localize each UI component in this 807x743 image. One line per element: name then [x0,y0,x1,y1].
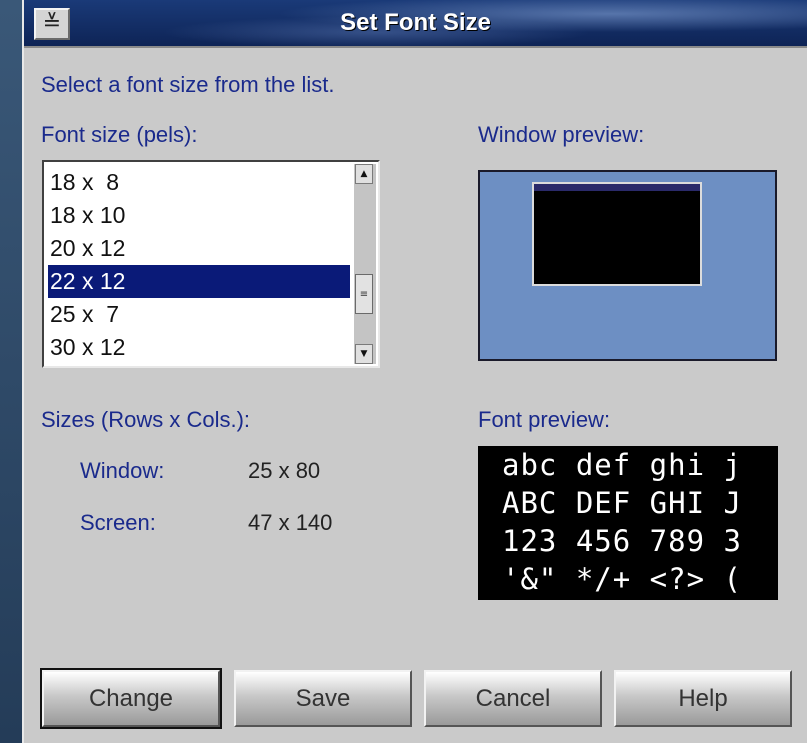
help-button[interactable]: Help [614,670,792,727]
change-button[interactable]: Change [40,668,222,729]
font-size-list-item[interactable]: 20 x 12 [48,232,350,265]
font-size-list-item[interactable]: 22 x 12 [48,265,350,298]
save-button[interactable]: Save [234,670,412,727]
font-size-list: 18 x 8 18 x 10 20 x 12 22 x 12 25 x 7 30 x 12 [48,166,350,364]
font-preview-line: abc def ghi j [502,448,742,482]
window-preview-label: Window preview: [478,122,645,147]
cancel-button[interactable]: Cancel [424,670,602,727]
font-size-list-item[interactable]: 18 x 8 [48,166,350,199]
sizes-label: Sizes (Rows x Cols.): [41,407,251,432]
window-preview-mini-titlebar [534,184,700,191]
font-size-list-item[interactable]: 30 x 12 [48,331,350,364]
screen-size-value: 47 x 140 [248,510,333,535]
font-size-list-item[interactable]: 18 x 10 [48,199,350,232]
font-size-label: Font size (pels): [41,122,198,147]
set-font-size-dialog: ≚ Set Font Size Select a font size from … [22,0,807,743]
font-size-listbox[interactable]: 18 x 8 18 x 10 20 x 12 22 x 12 25 x 7 30 x 12… [42,160,380,368]
window-preview-mini-window [532,182,702,286]
font-preview-line: 123 456 789 3 [502,524,742,558]
instruction-text: Select a font size from the list. [41,72,335,97]
dialog-title: Set Font Size [340,9,491,36]
font-preview: abc def ghi j ABC DEF GHI J 123 456 789 … [478,446,778,600]
font-preview-label: Font preview: [478,407,611,432]
scroll-up-arrow-icon[interactable]: ▲ [355,164,373,184]
scroll-thumb[interactable]: ≡ [355,274,373,314]
screen-size-label: Screen: [80,510,156,535]
font-preview-line: ABC DEF GHI J [502,486,742,520]
list-scrollbar[interactable]: ▲ ≡ ▼ [354,164,376,364]
window-size-value: 25 x 80 [248,458,321,483]
desktop-background [0,0,22,743]
window-preview [478,170,777,361]
title-bar[interactable]: ≚ Set Font Size [24,0,807,48]
font-preview-line: '&" */+ <?> ( [502,562,742,596]
font-size-list-item[interactable]: 25 x 7 [48,298,350,331]
scroll-down-arrow-icon[interactable]: ▼ [355,344,373,364]
window-size-label: Window: [80,458,165,483]
